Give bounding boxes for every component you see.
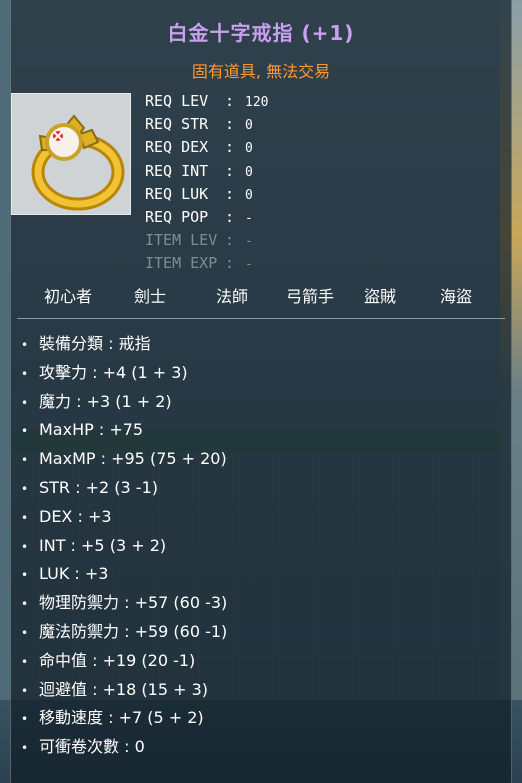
- item-lev-row: ITEM LEV: -: [145, 231, 253, 250]
- stat-magic-defense: • 魔法防禦力 : +59 (60 -1): [21, 621, 228, 641]
- stat-str: • STR : +2 (3 -1): [21, 477, 158, 497]
- job-magician: 法師: [216, 287, 249, 306]
- req-str-row: REQ STR:0: [145, 115, 253, 134]
- stat-category: • 裝備分類 : 戒指: [21, 334, 151, 353]
- stat-magic: • 魔力 : +3 (1 + 2): [21, 391, 172, 411]
- job-pirate: 海盜: [440, 287, 473, 306]
- gold-ring-red-gem-icon: [31, 114, 125, 211]
- req-dex-row: REQ DEX:0: [145, 138, 253, 157]
- divider: [17, 318, 505, 319]
- item-name: 白金十字戒指 (+1): [167, 21, 355, 45]
- stat-physical-defense: • 物理防禦力 : +57 (60 -3): [21, 593, 228, 613]
- req-pop-row: REQ POP: -: [145, 207, 253, 226]
- job-thief: 盜賊: [364, 287, 397, 306]
- stat-avoidability: • 迴避值 : +18 (15 + 3): [21, 679, 209, 699]
- stat-upgrade-slots: • 可衝卷次數 : 0: [21, 737, 145, 757]
- item-exp-row: ITEM EXP: -: [145, 254, 253, 273]
- job-list: 初心者 劍士 法師 弓箭手 盜賊 海盜: [11, 283, 511, 309]
- job-beginner: 初心者: [44, 287, 93, 306]
- stat-dex: • DEX : +3: [21, 506, 112, 526]
- job-warrior: 劍士: [134, 287, 167, 306]
- item-icon-frame: [11, 93, 131, 215]
- item-tooltip: 白金十字戒指 (+1) 固有道具, 無法交易 REQ LEV:120 REQ S…: [10, 0, 512, 783]
- req-luk-row: REQ LUK:0: [145, 184, 253, 203]
- requirements-list: REQ LEV:120 REQ STR:0 REQ DEX:0 REQ INT:…: [145, 90, 268, 276]
- stat-maxmp: • MaxMP : +95 (75 + 20): [21, 449, 227, 469]
- background-left-ui: [0, 0, 10, 783]
- stat-attack: • 攻擊力 : +4 (1 + 3): [21, 362, 188, 382]
- job-bowman: 弓箭手: [286, 287, 335, 306]
- stat-accuracy: • 命中值 : +19 (20 -1): [21, 650, 196, 670]
- req-lev-row: REQ LEV:120: [145, 92, 269, 110]
- req-int-row: REQ INT:0: [145, 161, 253, 180]
- item-tags: 固有道具, 無法交易: [191, 62, 331, 81]
- stat-list: • 裝備分類 : 戒指 • 攻擊力 : +4 (1 + 3) • 魔力 : +3 (1…: [21, 330, 227, 762]
- stat-maxhp: • MaxHP : +75: [21, 420, 144, 440]
- stat-int: • INT : +5 (3 + 2): [21, 535, 167, 555]
- stat-speed: • 移動速度 : +7 (5 + 2): [21, 708, 204, 728]
- stat-luk: • LUK : +3: [21, 564, 109, 584]
